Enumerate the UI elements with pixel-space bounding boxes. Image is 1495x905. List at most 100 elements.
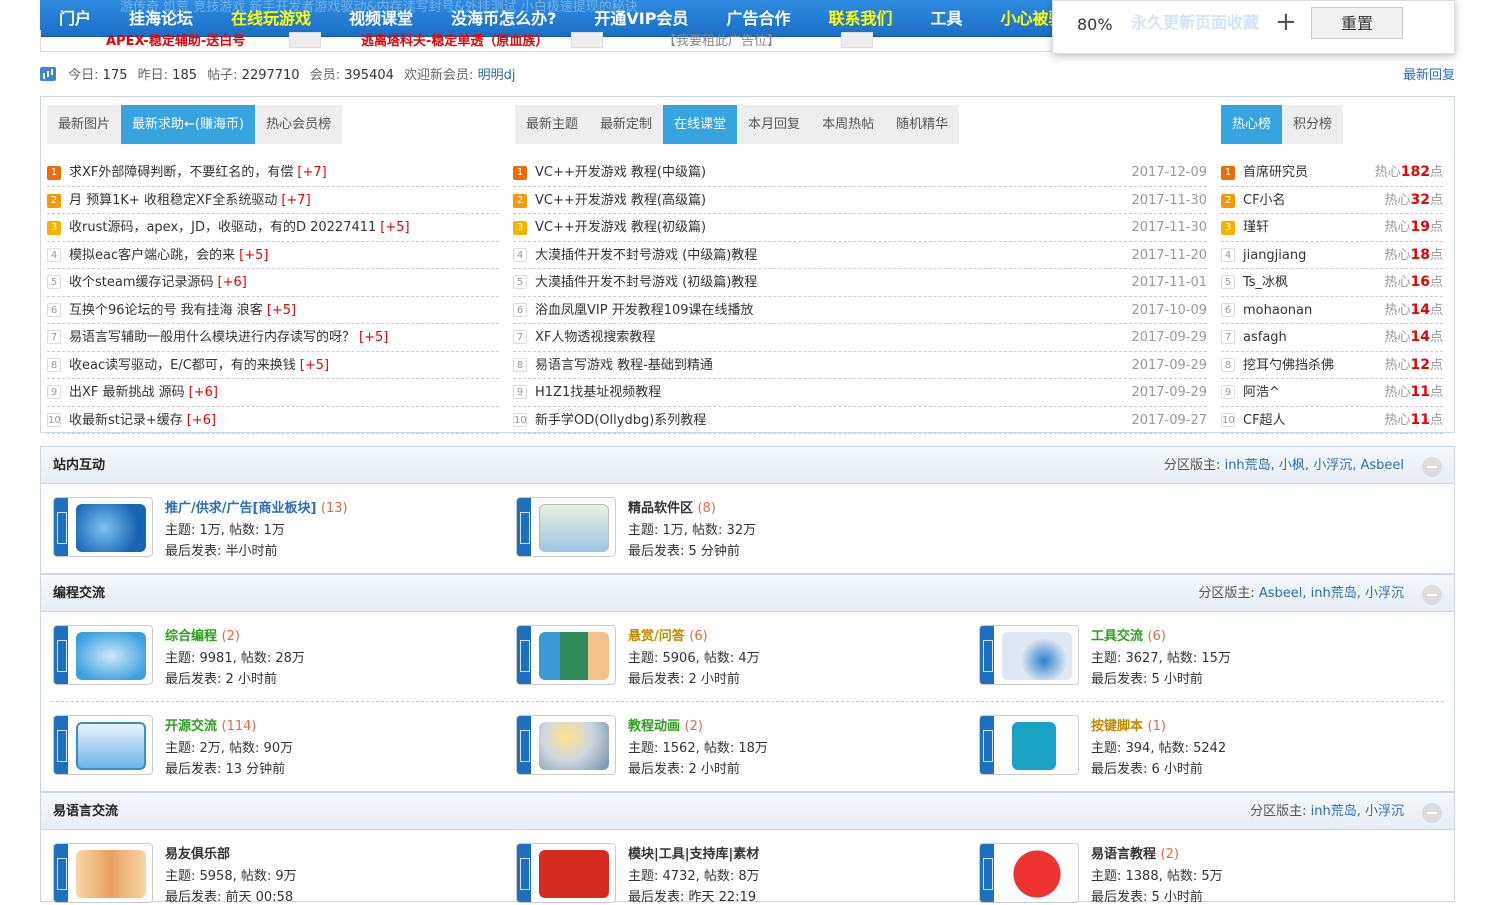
member-name[interactable]: asfagh [1243, 330, 1287, 345]
ad-link-rent[interactable]: 【我要租此广告位】 [663, 30, 780, 49]
ad-link-tarkov[interactable]: 逃离塔科夫-稳定单透（原血族） [361, 30, 548, 49]
forum-name[interactable]: 易语言教程 (2) [1091, 843, 1179, 862]
forum-item[interactable]: 综合编程 (2) 主题: 9981, 帖数: 28万 最后发表: 2 小时前 [53, 625, 473, 687]
class-row[interactable]: 8 易语言写游戏 教程-基础到精通 2017-09-29 [513, 352, 1207, 379]
class-title[interactable]: 大漠插件开发不封号游戏 (中级篇)教程 [535, 248, 757, 263]
tab-online-class[interactable]: 在线课堂 [663, 105, 738, 144]
forum-item[interactable]: 易友俱乐部 主题: 5958, 帖数: 9万 最后发表: 前天 00:58 [53, 843, 473, 905]
hearty-row[interactable]: 6 mohaonan 热心14点 [1221, 297, 1443, 324]
help-row[interactable]: 4 模拟eac客户端心跳，会的来 [+5] [47, 242, 499, 269]
class-title[interactable]: VC++开发游戏 教程(初级篇) [535, 220, 706, 235]
tab-latest-custom[interactable]: 最新定制 [589, 105, 663, 144]
help-title[interactable]: 互换个96论坛的号 我有挂海 浪客 [69, 303, 263, 318]
help-row[interactable]: 8 收eac读写驱动，E/C都可，有的来换钱 [+5] [47, 352, 499, 379]
class-row[interactable]: 2 VC++开发游戏 教程(高级篇) 2017-11-30 [513, 187, 1207, 214]
class-row[interactable]: 5 大漠插件开发不封号游戏 (初级篇)教程 2017-11-01 [513, 269, 1207, 297]
member-name[interactable]: jiangjiang [1243, 248, 1306, 263]
member-name[interactable]: 挖耳勺佛挡杀佛 [1243, 358, 1334, 373]
forum-item[interactable]: 工具交流 (6) 主题: 3627, 帖数: 15万 最后发表: 5 小时前 [979, 625, 1399, 687]
help-row[interactable]: 10 收最新st记录+缓存 [+6] [47, 407, 499, 434]
help-row[interactable]: 1 求XF外部障碍判断，不要红名的，有偿 [+7] [47, 159, 499, 187]
zoom-in-button[interactable]: + [1275, 7, 1297, 37]
class-title[interactable]: VC++开发游戏 教程(中级篇) [535, 165, 706, 180]
forum-name[interactable]: 模块|工具|支持库|素材 [628, 843, 759, 862]
forum-item[interactable]: 推广/供求/广告[商业板块] (13) 主题: 1万, 帖数: 1万 最后发表:… [53, 497, 473, 559]
forum-item[interactable]: 教程动画 (2) 主题: 1562, 帖数: 18万 最后发表: 2 小时前 [516, 715, 936, 777]
tab-active-members[interactable]: 热心会员榜 [255, 105, 342, 144]
forum-icon[interactable] [53, 497, 153, 557]
help-title[interactable]: 求XF外部障碍判断，不要红名的，有偿 [69, 165, 293, 180]
forum-icon[interactable] [53, 625, 153, 685]
class-title[interactable]: H1Z1找基址视频教程 [535, 385, 661, 400]
forum-item[interactable]: 易语言教程 (2) 主题: 1388, 帖数: 5万 最后发表: 5 小时前 [979, 843, 1399, 905]
tab-week-hot[interactable]: 本周热帖 [811, 105, 885, 144]
forum-name[interactable]: 综合编程 (2) [165, 625, 240, 644]
forum-name[interactable]: 精品软件区 (8) [628, 497, 716, 516]
member-name[interactable]: mohaonan [1243, 303, 1312, 318]
tab-latest-topics[interactable]: 最新主题 [515, 105, 589, 144]
newest-member-link[interactable]: 明明dj [478, 68, 516, 83]
class-title[interactable]: 大漠插件开发不封号游戏 (初级篇)教程 [535, 275, 757, 290]
class-row[interactable]: 10 新手学OD(Ollydbg)系列教程 2017-09-27 [513, 407, 1207, 434]
forum-icon[interactable] [516, 715, 616, 775]
forum-name[interactable]: 悬赏/问答 (6) [628, 625, 708, 644]
forum-name[interactable]: 按键脚本 (1) [1091, 715, 1166, 734]
class-title[interactable]: XF人物透视搜索教程 [535, 330, 655, 345]
member-name[interactable]: CF超人 [1243, 413, 1286, 428]
forum-name[interactable]: 易友俱乐部 [165, 843, 230, 862]
help-row[interactable]: 3 收rust源码，apex，JD，收驱动，有的D 20227411 [+5] [47, 214, 499, 242]
tab-hearty-rank[interactable]: 热心榜 [1221, 105, 1283, 144]
collapse-icon[interactable] [1422, 585, 1442, 605]
hearty-row[interactable]: 3 瑾轩 热心19点 [1221, 214, 1443, 242]
tab-points-rank[interactable]: 积分榜 [1282, 105, 1343, 144]
hearty-row[interactable]: 5 Ts_冰枫 热心16点 [1221, 269, 1443, 297]
help-title[interactable]: 收个steam缓存记录源码 [69, 275, 214, 290]
forum-icon[interactable] [53, 715, 153, 775]
class-title[interactable]: 易语言写游戏 教程-基础到精通 [535, 358, 713, 373]
forum-icon[interactable] [979, 625, 1079, 685]
forum-item[interactable]: 按键脚本 (1) 主题: 394, 帖数: 5242 最后发表: 6 小时前 [979, 715, 1399, 777]
hearty-row[interactable]: 2 CF小名 热心32点 [1221, 187, 1443, 214]
hearty-row[interactable]: 8 挖耳勺佛挡杀佛 热心12点 [1221, 352, 1443, 379]
forum-name[interactable]: 开源交流 (114) [165, 715, 257, 734]
help-title[interactable]: 收eac读写驱动，E/C都可，有的来换钱 [69, 358, 296, 373]
help-title[interactable]: 模拟eac客户端心跳，会的来 [69, 248, 235, 263]
class-row[interactable]: 6 浴血凤凰VIP 开发教程109课在线播放 2017-10-09 [513, 297, 1207, 324]
help-row[interactable]: 2 月 预算1K+ 收租稳定XF全系统驱动 [+7] [47, 187, 499, 214]
help-row[interactable]: 9 出XF 最新挑战 源码 [+6] [47, 379, 499, 407]
forum-icon[interactable] [53, 843, 153, 903]
class-title[interactable]: 新手学OD(Ollydbg)系列教程 [535, 413, 706, 428]
hearty-row[interactable]: 9 阿浩^ 热心11点 [1221, 379, 1443, 407]
class-row[interactable]: 1 VC++开发游戏 教程(中级篇) 2017-12-09 [513, 159, 1207, 187]
hearty-row[interactable]: 1 首席研究员 热心182点 [1221, 159, 1443, 187]
collapse-icon[interactable] [1422, 803, 1442, 823]
member-name[interactable]: 瑾轩 [1243, 220, 1269, 235]
tab-latest-help[interactable]: 最新求助←(赚海币) [121, 105, 256, 144]
forum-name[interactable]: 推广/供求/广告[商业板块] (13) [165, 497, 348, 516]
tab-latest-images[interactable]: 最新图片 [47, 105, 121, 144]
class-title[interactable]: VC++开发游戏 教程(高级篇) [535, 193, 706, 208]
help-row[interactable]: 6 互换个96论坛的号 我有挂海 浪客 [+5] [47, 297, 499, 324]
mods-links[interactable]: Asbeel, inh荒岛, 小浮沉 [1259, 586, 1404, 601]
forum-name[interactable]: 工具交流 (6) [1091, 625, 1166, 644]
help-title[interactable]: 收最新st记录+缓存 [69, 413, 183, 428]
zoom-reset-button[interactable]: 重置 [1311, 7, 1403, 39]
class-row[interactable]: 3 VC++开发游戏 教程(初级篇) 2017-11-30 [513, 214, 1207, 242]
forum-icon[interactable] [516, 625, 616, 685]
forum-name[interactable]: 教程动画 (2) [628, 715, 703, 734]
mods-links[interactable]: inh荒岛, 小浮沉 [1311, 804, 1404, 819]
forum-icon[interactable] [516, 843, 616, 903]
forum-item[interactable]: 悬赏/问答 (6) 主题: 5906, 帖数: 4万 最后发表: 2 小时前 [516, 625, 936, 687]
help-row[interactable]: 5 收个steam缓存记录源码 [+6] [47, 269, 499, 297]
help-title[interactable]: 收rust源码，apex，JD，收驱动，有的D 20227411 [69, 220, 376, 235]
forum-icon[interactable] [979, 843, 1079, 903]
member-name[interactable]: 阿浩^ [1243, 385, 1280, 400]
class-row[interactable]: 4 大漠插件开发不封号游戏 (中级篇)教程 2017-11-20 [513, 242, 1207, 269]
help-title[interactable]: 出XF 最新挑战 源码 [69, 385, 185, 400]
member-name[interactable]: CF小名 [1243, 193, 1286, 208]
collapse-icon[interactable] [1422, 457, 1442, 477]
latest-reply-link[interactable]: 最新回复 [1403, 64, 1455, 83]
class-row[interactable]: 7 XF人物透视搜索教程 2017-09-29 [513, 324, 1207, 352]
tab-month-replies[interactable]: 本月回复 [737, 105, 811, 144]
member-name[interactable]: 首席研究员 [1243, 165, 1308, 180]
